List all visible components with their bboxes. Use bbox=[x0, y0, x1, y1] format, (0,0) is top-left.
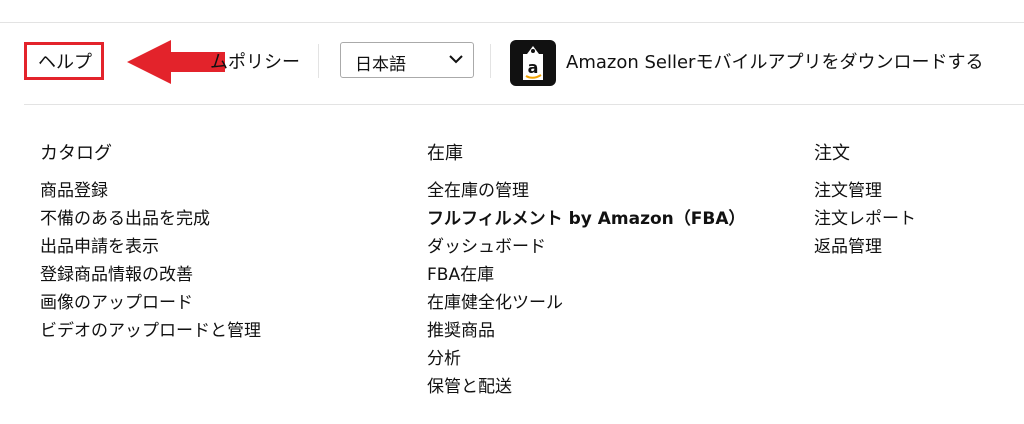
toolbar-separator bbox=[318, 44, 319, 78]
orders-links: 注文管理 注文レポート 返品管理 bbox=[814, 177, 916, 261]
amazon-seller-app-icon[interactable]: a bbox=[510, 40, 556, 86]
app-download-link[interactable]: Amazon Sellerモバイルアプリをダウンロードする bbox=[566, 48, 983, 74]
inventory-link[interactable]: 在庫健全化ツール bbox=[427, 289, 746, 317]
footer-toolbar: ヘルプ ムポリシー 日本語 a Amazon Sellerモバイルアプリをダウン… bbox=[24, 38, 1014, 86]
inventory-link[interactable]: 推奨商品 bbox=[427, 317, 746, 345]
catalog-links: 商品登録 不備のある出品を完成 出品申請を表示 登録商品情報の改善 画像のアップ… bbox=[40, 177, 261, 345]
orders-link[interactable]: 注文レポート bbox=[814, 205, 916, 233]
catalog-link[interactable]: 商品登録 bbox=[40, 177, 261, 205]
seller-central-footer: ヘルプ ムポリシー 日本語 a Amazon Sellerモバイルアプリをダウン… bbox=[0, 0, 1024, 424]
orders-link[interactable]: 注文管理 bbox=[814, 177, 916, 205]
section-divider bbox=[24, 104, 1024, 105]
inventory-heading: 在庫 bbox=[427, 143, 463, 164]
orders-link[interactable]: 返品管理 bbox=[814, 233, 916, 261]
chevron-down-icon bbox=[449, 55, 463, 64]
language-selected-value: 日本語 bbox=[355, 55, 406, 75]
inventory-link[interactable]: 保管と配送 bbox=[427, 373, 746, 401]
inventory-column: 在庫 全在庫の管理 フルフィルメント by Amazon（FBA） ダッシュボー… bbox=[427, 143, 746, 401]
app-icon-letter: a bbox=[528, 58, 539, 77]
inventory-link[interactable]: 全在庫の管理 bbox=[427, 177, 746, 205]
catalog-link[interactable]: 不備のある出品を完成 bbox=[40, 205, 261, 233]
catalog-link[interactable]: 出品申請を表示 bbox=[40, 233, 261, 261]
inventory-link[interactable]: ダッシュボード bbox=[427, 233, 746, 261]
inventory-link[interactable]: FBA在庫 bbox=[427, 261, 746, 289]
orders-column: 注文 注文管理 注文レポート 返品管理 bbox=[814, 143, 916, 261]
catalog-heading: カタログ bbox=[40, 143, 112, 164]
catalog-link[interactable]: 登録商品情報の改善 bbox=[40, 261, 261, 289]
inventory-links: 全在庫の管理 フルフィルメント by Amazon（FBA） ダッシュボード F… bbox=[427, 177, 746, 401]
catalog-link[interactable]: 画像のアップロード bbox=[40, 289, 261, 317]
fba-subheading: フルフィルメント by Amazon（FBA） bbox=[427, 209, 746, 229]
orders-heading: 注文 bbox=[814, 143, 850, 164]
policy-link[interactable]: ムポリシー bbox=[210, 48, 300, 74]
help-link[interactable]: ヘルプ bbox=[38, 48, 92, 74]
language-select[interactable]: 日本語 bbox=[340, 42, 474, 78]
inventory-link[interactable]: 分析 bbox=[427, 345, 746, 373]
top-divider bbox=[0, 22, 1024, 23]
catalog-link[interactable]: ビデオのアップロードと管理 bbox=[40, 317, 261, 345]
toolbar-separator bbox=[490, 44, 491, 78]
catalog-column: カタログ 商品登録 不備のある出品を完成 出品申請を表示 登録商品情報の改善 画… bbox=[40, 143, 261, 345]
